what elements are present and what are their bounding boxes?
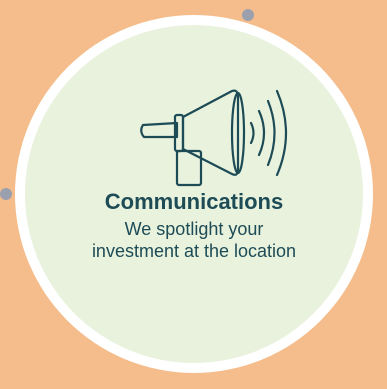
megaphone-icon [137,77,297,197]
decorative-dot-left [0,188,12,200]
feature-card: Communications We spotlight your investm… [15,15,373,373]
card-title: Communications [104,189,284,214]
feature-card-inner: Communications We spotlight your investm… [25,25,363,363]
card-description: We spotlight your investment at the loca… [91,219,297,261]
decorative-dot-top [242,9,254,21]
